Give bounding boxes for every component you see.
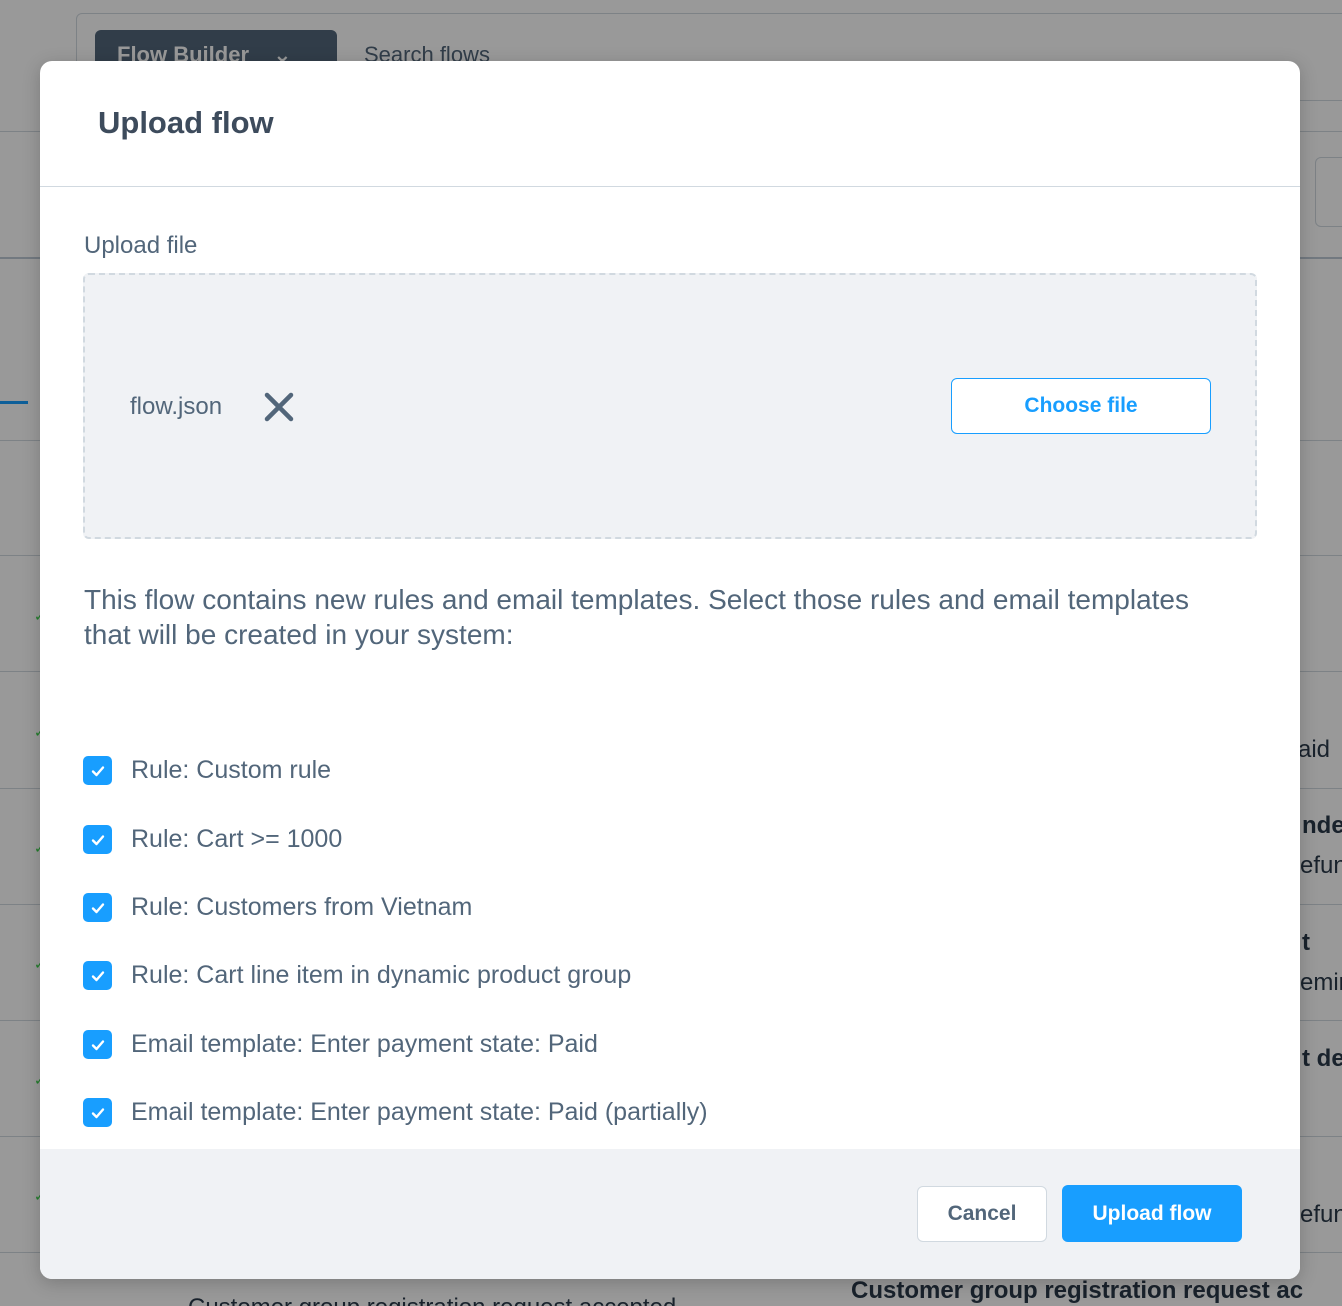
modal-body: Upload file flow.json Choose file This f…	[40, 187, 1300, 1149]
cancel-button[interactable]: Cancel	[917, 1186, 1047, 1242]
file-dropzone[interactable]: flow.json Choose file	[83, 273, 1257, 539]
checkmark-icon	[91, 765, 104, 776]
choose-file-button[interactable]: Choose file	[951, 378, 1211, 434]
checkbox-label: Rule: Customers from Vietnam	[131, 893, 473, 921]
checkbox-label: Email template: Enter payment state: Pai…	[131, 1098, 708, 1126]
checkbox-item[interactable]: Rule: Cart >= 1000	[83, 825, 342, 854]
checkbox-label: Rule: Custom rule	[131, 756, 332, 784]
upload-flow-modal: Upload flow Upload file flow.json Choose…	[40, 61, 1300, 1279]
checkmark-icon	[91, 1107, 104, 1118]
checkbox-label: Rule: Cart >= 1000	[131, 825, 343, 853]
checkbox[interactable]	[83, 756, 112, 785]
checkmark-icon	[91, 902, 104, 913]
checkbox[interactable]	[83, 1098, 112, 1127]
file-name: flow.json	[130, 393, 223, 420]
info-text: This flow contains new rules and email t…	[84, 584, 1189, 650]
modal-header: Upload flow	[40, 61, 1300, 187]
checkbox-item[interactable]: Rule: Cart line item in dynamic product …	[83, 961, 631, 990]
checkbox[interactable]	[83, 825, 112, 854]
checkbox-label: Email template: Enter payment state: Pai…	[131, 1030, 598, 1058]
checkmark-icon	[91, 1039, 104, 1050]
checkbox-item[interactable]: Rule: Custom rule	[83, 756, 331, 785]
checkbox-item[interactable]: Email template: Enter payment state: Pai…	[83, 1030, 598, 1059]
checkbox[interactable]	[83, 961, 112, 990]
modal-footer: Cancel Upload flow	[40, 1149, 1300, 1279]
checkmark-icon	[91, 834, 104, 845]
modal-title: Upload flow	[98, 105, 274, 140]
upload-flow-button[interactable]: Upload flow	[1062, 1185, 1242, 1242]
close-icon[interactable]	[261, 389, 297, 425]
checkbox[interactable]	[83, 893, 112, 922]
checkmark-icon	[91, 970, 104, 981]
checkbox-item[interactable]: Email template: Enter payment state: Pai…	[83, 1098, 708, 1127]
upload-file-label: Upload file	[84, 232, 198, 259]
checkbox-item[interactable]: Rule: Customers from Vietnam	[83, 893, 472, 922]
checkbox[interactable]	[83, 1030, 112, 1059]
checkbox-label: Rule: Cart line item in dynamic product …	[131, 961, 632, 989]
